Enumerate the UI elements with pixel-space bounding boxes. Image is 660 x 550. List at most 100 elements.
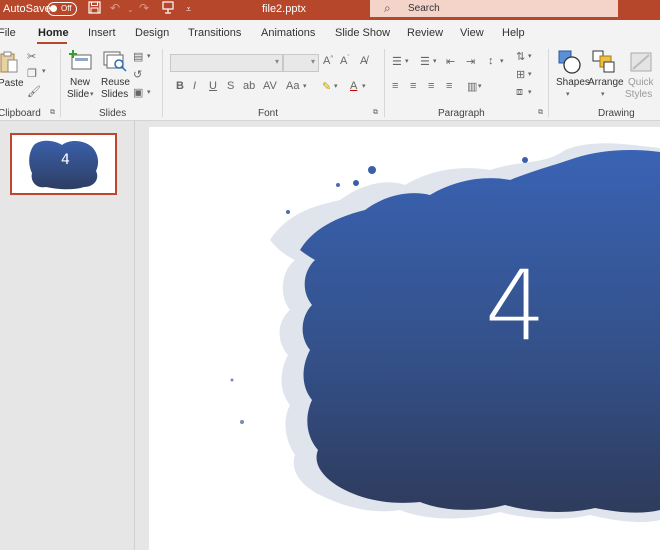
shapes-dropdown-icon[interactable]: ▾	[566, 90, 570, 98]
present-icon[interactable]	[162, 1, 174, 17]
clipboard-group-label: Clipboard	[0, 108, 41, 119]
highlight-icon[interactable]: ✎	[322, 80, 331, 93]
line-spacing-icon[interactable]: ↕	[488, 55, 494, 67]
save-icon[interactable]	[88, 1, 101, 17]
paste-icon[interactable]	[0, 51, 18, 78]
columns-dropdown-icon[interactable]: ▾	[478, 82, 482, 90]
arrange-icon[interactable]	[592, 50, 616, 77]
separator	[60, 49, 61, 117]
tab-home[interactable]: Home	[38, 27, 69, 39]
tab-insert[interactable]: Insert	[88, 27, 116, 39]
copy-dropdown-icon[interactable]: ▾	[42, 67, 46, 75]
strikethrough-icon[interactable]: S	[227, 80, 234, 92]
font-color-dropdown-icon[interactable]: ▾	[362, 82, 366, 90]
paste-label[interactable]: Paste	[0, 78, 24, 90]
line-spacing-dropdown-icon[interactable]: ▾	[500, 57, 504, 65]
shadow-icon[interactable]: ab	[243, 80, 255, 92]
section-icon[interactable]: ▣	[133, 86, 143, 99]
reset-icon[interactable]: ↺	[133, 68, 142, 81]
new-slide-dropdown-icon[interactable]: ▾	[90, 90, 94, 98]
clear-formatting-icon[interactable]: A̸	[360, 55, 367, 67]
layout-icon[interactable]: ▤	[133, 50, 143, 63]
change-case-icon[interactable]: Aa	[286, 80, 299, 92]
align-text-icon[interactable]: ⊞	[516, 68, 525, 81]
font-launcher-icon[interactable]: ⧉	[373, 109, 378, 117]
active-tab-indicator	[37, 42, 67, 44]
paragraph-launcher-icon[interactable]: ⧉	[538, 109, 543, 117]
text-direction-dropdown-icon[interactable]: ▾	[528, 52, 532, 60]
highlight-dropdown-icon[interactable]: ▾	[334, 82, 338, 90]
tab-review[interactable]: Review	[407, 27, 443, 39]
numbering-icon[interactable]: ☰	[420, 55, 430, 68]
drawing-group-label: Drawing	[598, 108, 635, 119]
shapes-label[interactable]: Shapes	[556, 77, 590, 89]
tab-help[interactable]: Help	[502, 27, 525, 39]
bullets-icon[interactable]: ☰	[392, 55, 402, 68]
increase-indent-icon[interactable]: ⇥	[466, 55, 475, 68]
text-direction-icon[interactable]: ⇅	[516, 50, 525, 63]
quick-styles-label-1[interactable]: Quick	[628, 77, 654, 89]
customize-toolbar-icon[interactable]: ⩡	[186, 4, 191, 15]
quick-styles-icon[interactable]	[630, 50, 654, 77]
tab-transitions[interactable]: Transitions	[188, 27, 241, 39]
paint-splash-graphic	[230, 143, 660, 523]
decrease-font-icon[interactable]: Aˇ	[340, 55, 349, 67]
numbering-dropdown-icon[interactable]: ▾	[433, 57, 437, 65]
bold-icon[interactable]: B	[176, 80, 184, 92]
align-center-icon[interactable]: ≡	[410, 80, 416, 92]
tab-file[interactable]: File	[0, 27, 16, 39]
columns-icon[interactable]: ▥	[467, 80, 477, 93]
title-bar: AutoSave Off ↶ ⌄ ↷ ⩡ file2.pptx ⌕ Search	[0, 0, 660, 20]
underline-icon[interactable]: U	[209, 80, 217, 92]
new-slide-icon[interactable]	[69, 50, 93, 75]
smartart-icon[interactable]: ⧈	[516, 86, 523, 99]
format-painter-icon[interactable]: 🖌	[27, 85, 41, 98]
tab-animations[interactable]: Animations	[261, 27, 315, 39]
autosave-state: Off	[61, 4, 72, 13]
search-box[interactable]: ⌕ Search	[370, 0, 618, 17]
arrange-dropdown-icon[interactable]: ▾	[601, 90, 605, 98]
tab-slide-show[interactable]: Slide Show	[335, 27, 390, 39]
tab-view[interactable]: View	[460, 27, 484, 39]
align-right-icon[interactable]: ≡	[428, 80, 434, 92]
change-case-dropdown-icon[interactable]: ▾	[303, 82, 307, 90]
font-size-combo[interactable]: ▾	[283, 54, 319, 72]
undo-icon[interactable]: ↶	[110, 1, 120, 15]
quick-styles-label-2[interactable]: Styles	[625, 89, 652, 101]
align-text-dropdown-icon[interactable]: ▾	[528, 70, 532, 78]
new-slide-label-2[interactable]: Slide	[67, 89, 89, 101]
justify-icon[interactable]: ≡	[446, 80, 452, 92]
reuse-slides-label-1[interactable]: Reuse	[101, 77, 130, 89]
slides-group-label: Slides	[99, 108, 127, 119]
smartart-dropdown-icon[interactable]: ▾	[528, 88, 532, 96]
undo-dropdown-icon[interactable]: ⌄	[127, 5, 134, 14]
copy-icon[interactable]: ❐	[27, 67, 37, 80]
align-left-icon[interactable]: ≡	[392, 80, 398, 92]
thumbnail-text: 4	[61, 152, 70, 168]
reuse-slides-label-2[interactable]: Slides	[101, 89, 128, 101]
character-spacing-icon[interactable]: AV	[263, 80, 277, 92]
layout-dropdown-icon[interactable]: ▾	[147, 52, 151, 60]
section-dropdown-icon[interactable]: ▾	[147, 88, 151, 96]
search-placeholder: Search	[408, 3, 440, 14]
increase-font-icon[interactable]: A^	[323, 55, 333, 67]
bullets-dropdown-icon[interactable]: ▾	[405, 57, 409, 65]
redo-icon[interactable]: ↷	[139, 1, 149, 15]
arrange-label[interactable]: Arrange	[588, 77, 624, 89]
separator	[162, 49, 163, 117]
new-slide-label-1[interactable]: New	[70, 77, 90, 89]
search-icon: ⌕	[384, 1, 391, 15]
clipboard-launcher-icon[interactable]: ⧉	[50, 109, 55, 117]
cut-icon[interactable]: ✂	[27, 50, 36, 63]
reuse-slides-icon[interactable]	[103, 50, 127, 75]
slide-canvas[interactable]: 4	[149, 127, 660, 550]
italic-icon[interactable]: I	[193, 80, 196, 92]
autosave-toggle[interactable]: Off	[47, 2, 77, 16]
slide-text[interactable]: 4	[485, 250, 546, 362]
decrease-indent-icon[interactable]: ⇤	[446, 55, 455, 68]
tab-design[interactable]: Design	[135, 27, 169, 39]
slide-thumbnail[interactable]: 4	[10, 133, 117, 195]
font-name-combo[interactable]: ▾	[170, 54, 283, 72]
font-color-icon[interactable]: A	[350, 80, 357, 92]
shapes-icon[interactable]	[558, 50, 582, 77]
